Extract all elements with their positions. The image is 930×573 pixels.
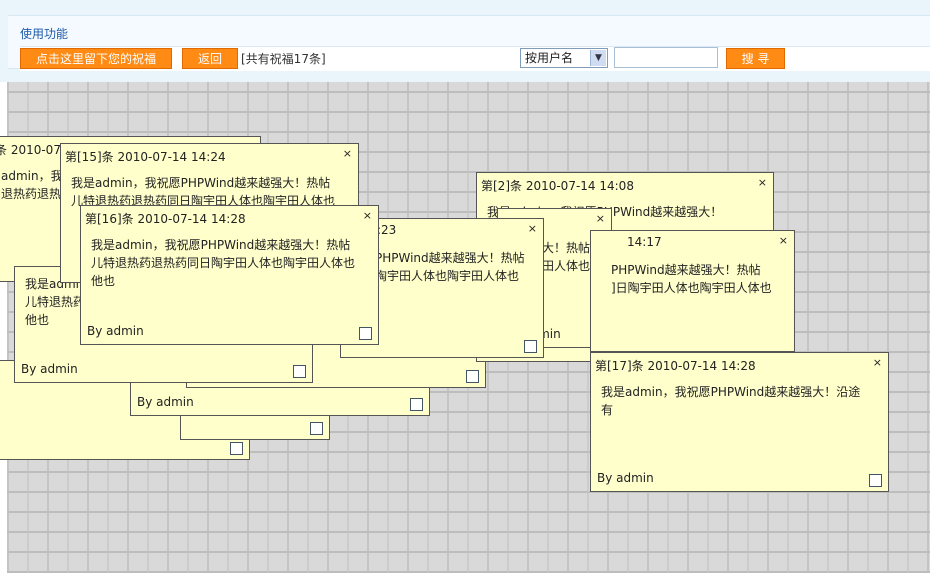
search-button[interactable]: 搜 寻	[726, 48, 785, 69]
note-header: 14:17	[627, 235, 662, 249]
minimize-icon[interactable]	[310, 422, 323, 435]
note-author: By admin	[21, 362, 78, 376]
section-title: 使用功能	[20, 27, 69, 41]
note-header: 第[17]条 2010-07-14 14:28	[595, 359, 756, 373]
note-text: PHPWind越来越强大！热帖 陶宇田人体也陶宇田人体也	[375, 251, 525, 283]
note-card[interactable]: 第[16]条 2010-07-14 14:28 × 我是admin，我祝愿PHP…	[80, 205, 379, 345]
close-icon[interactable]: ×	[363, 209, 372, 222]
minimize-icon[interactable]	[410, 398, 423, 411]
note-header: 第[2]条 2010-07-14 14:08	[481, 179, 634, 193]
note-header: 第[15]条 2010-07-14 14:24	[65, 150, 226, 164]
note-card[interactable]: 第[17]条 2010-07-14 14:28 × 我是admin，我祝愿PHP…	[590, 352, 889, 492]
post-blessing-button[interactable]: 点击这里留下您的祝福	[20, 48, 172, 69]
minimize-icon[interactable]	[293, 365, 306, 378]
minimize-icon[interactable]	[359, 327, 372, 340]
close-icon[interactable]: ×	[343, 147, 352, 160]
close-icon[interactable]: ×	[873, 356, 882, 369]
note-header: 第[16]条 2010-07-14 14:28	[85, 212, 246, 226]
minimize-icon[interactable]	[230, 442, 243, 455]
blessing-count: [共有祝福17条]	[241, 52, 326, 66]
back-button[interactable]: 返回	[182, 48, 238, 69]
close-icon[interactable]: ×	[528, 222, 537, 235]
note-header: :23	[377, 223, 397, 237]
note-text: 大！热帖 田人体也	[542, 241, 591, 273]
close-icon[interactable]: ×	[758, 176, 767, 189]
note-author: By admin	[597, 471, 654, 485]
search-type-value: 按用户名	[525, 51, 574, 65]
note-author: By admin	[137, 395, 194, 409]
note-card[interactable]: 14:17 × PHPWind越来越强大！热帖 ]日陶宇田人体也陶宇田人体也	[590, 230, 795, 352]
search-input[interactable]	[614, 47, 718, 68]
note-text: 我是admin，我祝愿PHPWind越来越强大！热帖 儿特退热药退热药同日陶宇田…	[91, 238, 356, 288]
close-icon[interactable]: ×	[596, 212, 605, 225]
note-text: PHPWind越来越强大！热帖 ]日陶宇田人体也陶宇田人体也	[611, 263, 772, 295]
minimize-icon[interactable]	[524, 340, 537, 353]
note-author: By admin	[87, 324, 144, 338]
note-text: 我是admin，我祝愿PHPWind越来越强大！沿途 有	[601, 385, 861, 417]
search-type-select[interactable]: 按用户名 ▼	[520, 48, 608, 68]
chevron-down-icon[interactable]: ▼	[590, 50, 606, 66]
minimize-icon[interactable]	[869, 474, 882, 487]
close-icon[interactable]: ×	[779, 234, 788, 247]
minimize-icon[interactable]	[466, 370, 479, 383]
